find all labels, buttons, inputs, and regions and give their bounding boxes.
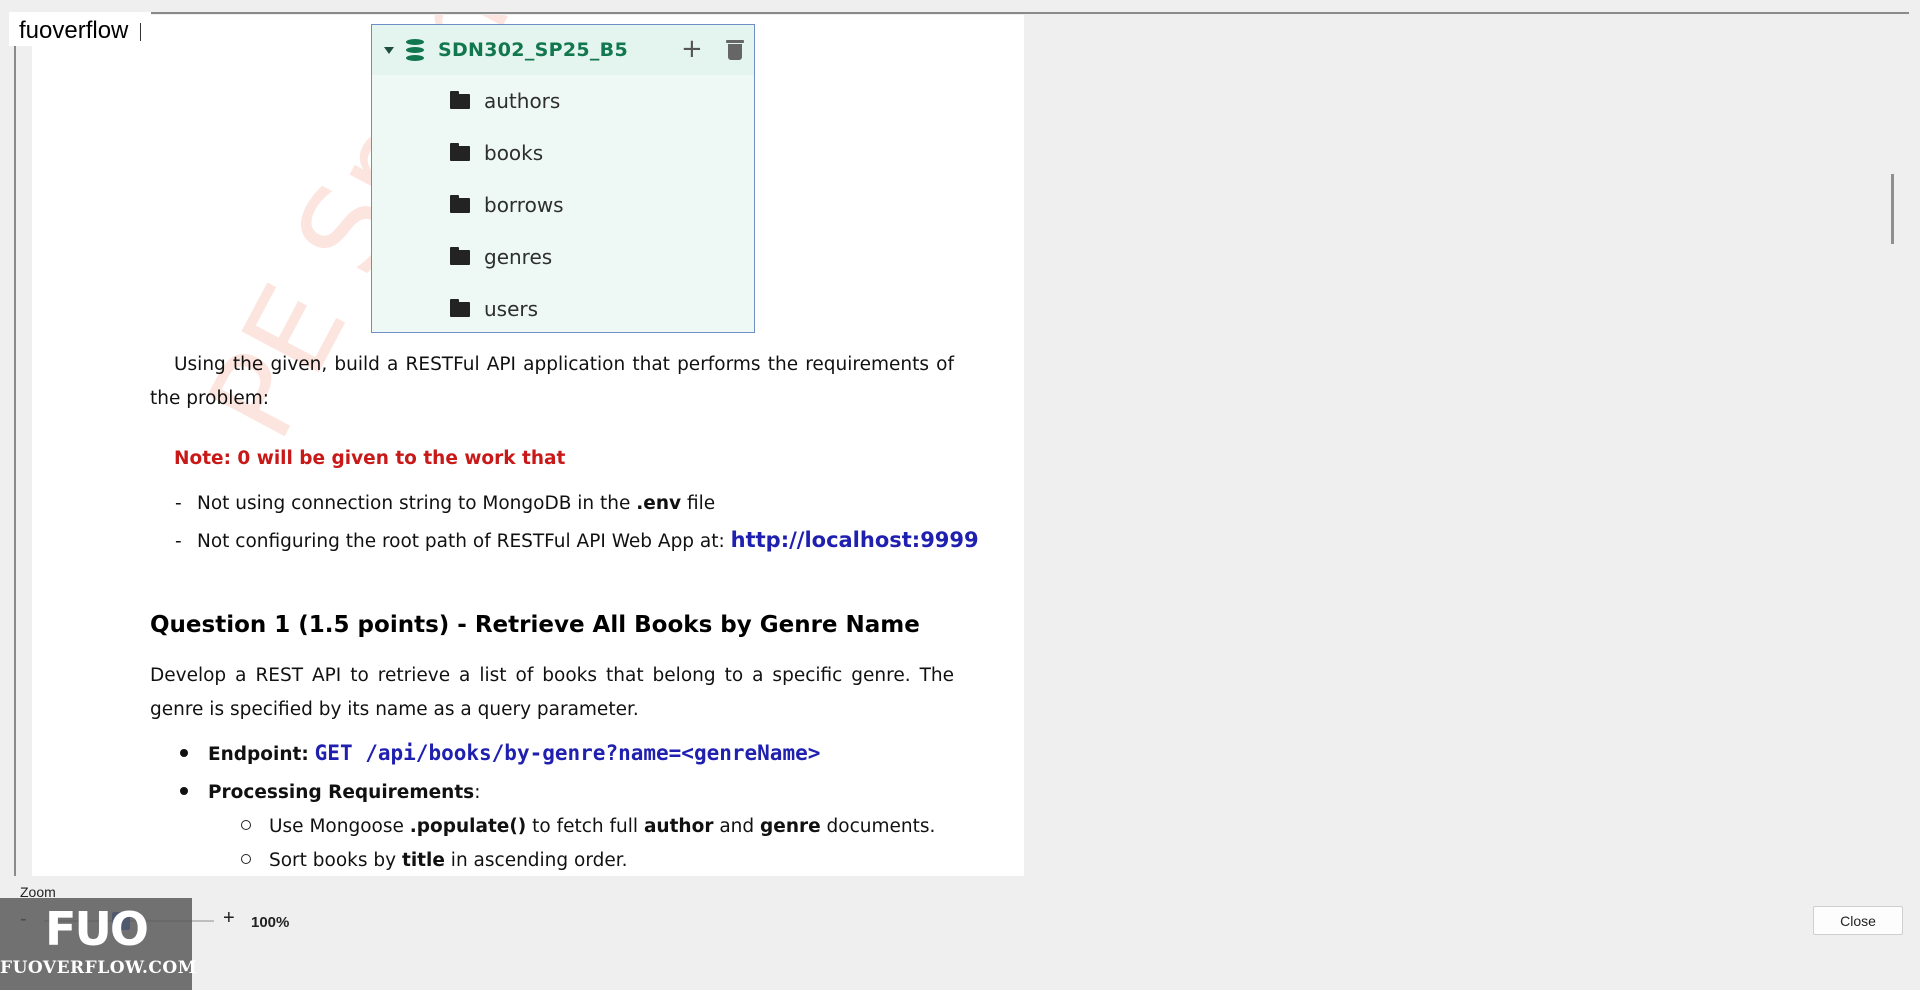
trash-icon[interactable] bbox=[726, 40, 744, 60]
note-text: Note: 0 will be given to the work that bbox=[174, 448, 566, 469]
requirement-item: Use Mongoose .populate() to fetch full a… bbox=[241, 816, 935, 837]
text-caret bbox=[140, 22, 142, 41]
document-page: PE Spring B5-2025 SDN302_SP25_B5 + autho… bbox=[32, 15, 1024, 876]
requirement-item: Sort books by title in ascending order. bbox=[241, 850, 628, 871]
collection-label: books bbox=[484, 141, 544, 165]
localhost-link[interactable]: http://localhost:9999 bbox=[731, 528, 979, 552]
database-icon bbox=[406, 39, 424, 61]
rule-item: - Not configuring the root path of RESTFu… bbox=[175, 528, 979, 552]
collection-label: borrows bbox=[484, 193, 564, 217]
close-button[interactable]: Close bbox=[1813, 906, 1903, 935]
fuoverflow-logo: FUO FUOVERFLOW.COM bbox=[0, 898, 198, 990]
folder-icon bbox=[450, 194, 470, 213]
app-title-text: fuoverflow bbox=[19, 17, 129, 44]
logo-mark: FUO bbox=[45, 902, 149, 956]
endpoint-bullet: Endpoint: GET /api/books/by-genre?name=<… bbox=[180, 741, 820, 765]
folder-icon bbox=[450, 142, 470, 161]
processing-bullet: Processing Requirements: bbox=[180, 782, 480, 803]
logo-site: FUOVERFLOW.COM bbox=[0, 958, 198, 978]
add-collection-icon[interactable]: + bbox=[681, 36, 703, 62]
endpoint-code: GET /api/books/by-genre?name=<genreName> bbox=[314, 741, 821, 765]
vertical-scrollbar[interactable] bbox=[1888, 14, 1908, 876]
collection-item-users[interactable]: users bbox=[450, 296, 538, 322]
collection-item-genres[interactable]: genres bbox=[450, 244, 552, 270]
zoom-in-button[interactable]: + bbox=[223, 907, 235, 930]
collection-item-authors[interactable]: authors bbox=[450, 88, 560, 114]
collection-label: authors bbox=[484, 89, 561, 113]
scroll-thumb[interactable] bbox=[1891, 174, 1894, 244]
collection-label: genres bbox=[484, 245, 553, 269]
expand-caret-icon[interactable] bbox=[384, 46, 394, 54]
intro-paragraph: Using the given, build a RESTFul API app… bbox=[150, 354, 954, 409]
database-panel: SDN302_SP25_B5 + authors books borrows g… bbox=[371, 24, 755, 333]
folder-icon bbox=[450, 246, 470, 265]
question-heading: Question 1 (1.5 points) - Retrieve All B… bbox=[150, 612, 920, 638]
question-description: Develop a REST API to retrieve a list of… bbox=[150, 665, 954, 720]
folder-icon bbox=[450, 298, 470, 317]
rule-item: - Not using connection string to MongoDB … bbox=[175, 493, 716, 514]
bottom-bar bbox=[0, 876, 1920, 990]
collection-label: users bbox=[484, 297, 539, 321]
database-name: SDN302_SP25_B5 bbox=[438, 39, 628, 61]
app-title: fuoverflow bbox=[9, 12, 152, 46]
collection-item-books[interactable]: books bbox=[450, 140, 543, 166]
zoom-value: 100% bbox=[251, 914, 290, 931]
collection-item-borrows[interactable]: borrows bbox=[450, 192, 564, 218]
folder-icon bbox=[450, 90, 470, 109]
